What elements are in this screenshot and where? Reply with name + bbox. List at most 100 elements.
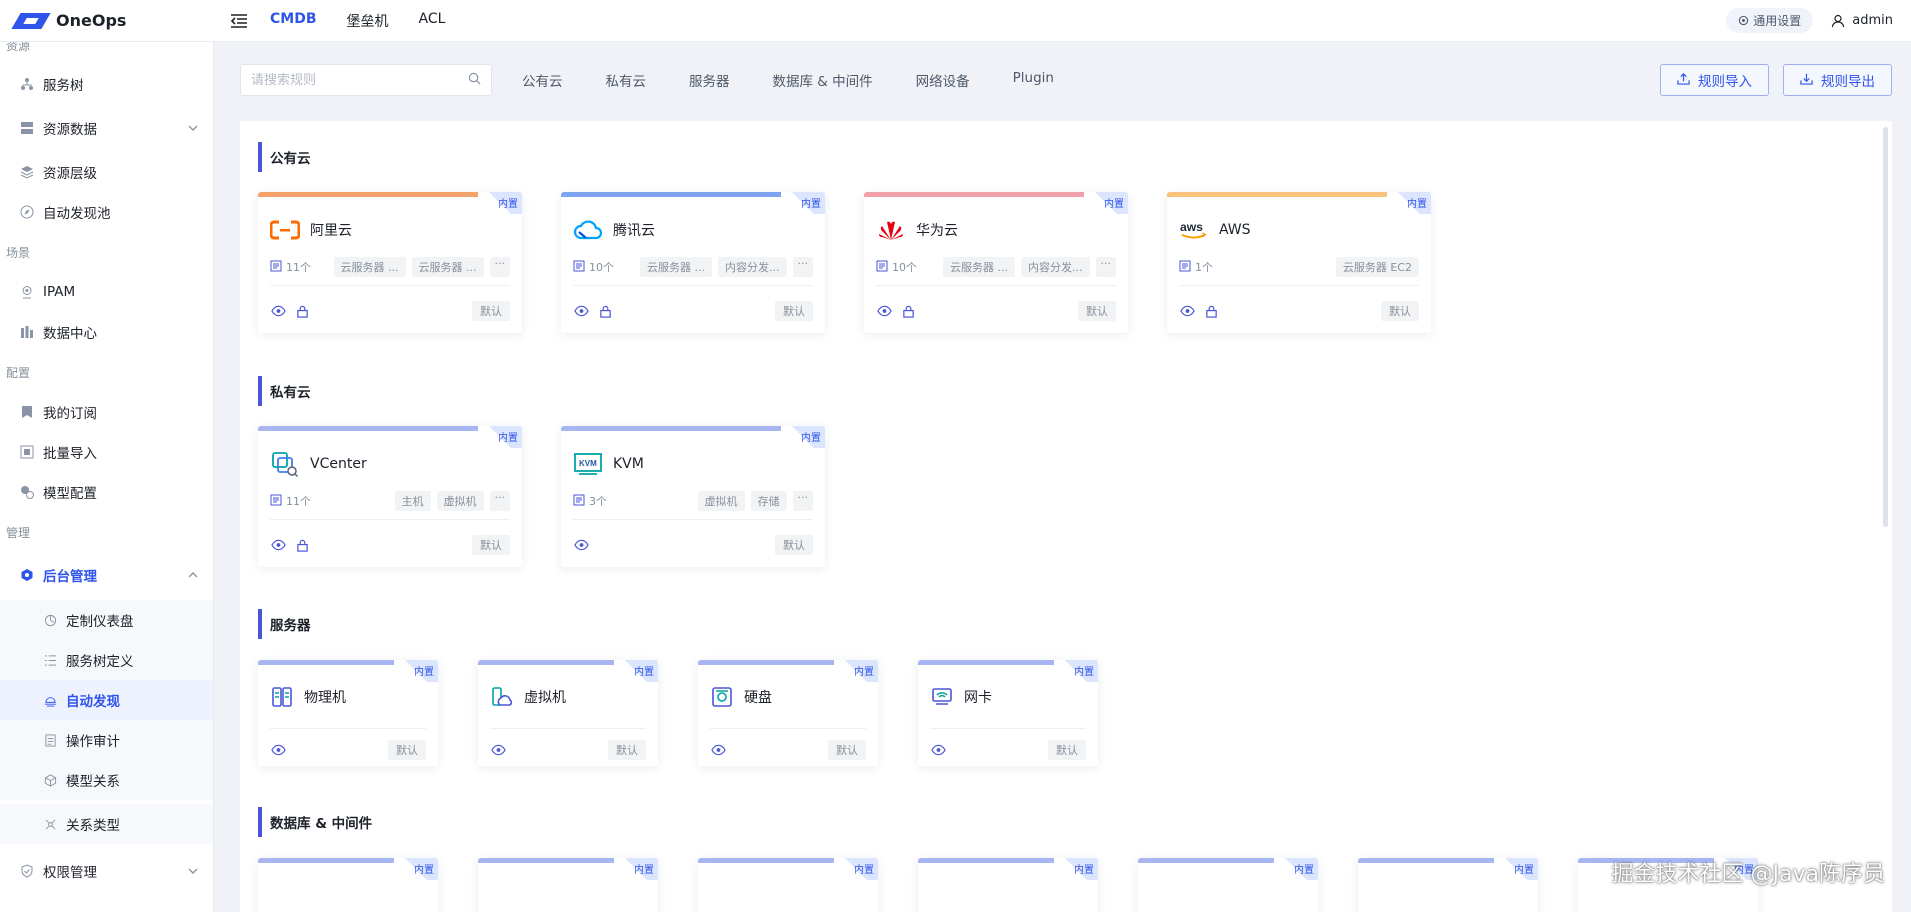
sidebar-item-subscriptions[interactable]: 我的订阅 — [0, 392, 213, 432]
builtin-tag: 内置 — [1054, 858, 1098, 880]
more-icon[interactable]: ··· — [489, 257, 510, 277]
lock-icon[interactable] — [900, 303, 916, 319]
sidebar-item-discovery-pool[interactable]: 自动发现池 — [0, 192, 213, 232]
rule-card-kvm[interactable]: 内置 KVM KVM 3个 虚拟机 存储 ··· 默认 — [561, 426, 825, 567]
more-icon[interactable]: ··· — [1095, 257, 1116, 277]
lock-icon[interactable] — [597, 303, 613, 319]
sidebar-item-resource-data[interactable]: 资源数据 — [0, 108, 213, 148]
sidebar-item-label: 后台管理 — [43, 569, 97, 585]
model-chip: 内容分发... — [1021, 257, 1090, 277]
view-icon[interactable] — [573, 537, 589, 553]
builtin-tag: 内置 — [1054, 660, 1098, 682]
rule-card-vcenter[interactable]: 内置 VCenter 11个 主机 虚拟机 ··· 默认 — [258, 426, 522, 567]
card-accent-bar — [258, 426, 478, 431]
filter-server[interactable]: 服务器 — [689, 70, 730, 90]
card-accent-bar — [258, 192, 478, 197]
rule-card-database[interactable]: 内置 — [698, 858, 878, 912]
lock-icon[interactable] — [294, 537, 310, 553]
view-icon[interactable] — [573, 303, 589, 319]
sidebar-item-batch-import[interactable]: 批量导入 — [0, 432, 213, 472]
sidebar-item-label: 资源数据 — [43, 122, 97, 138]
bookmark-icon — [20, 405, 34, 419]
rule-card-aws[interactable]: 内置 aws AWS 1个 云服务器 EC2 默认 — [1167, 192, 1431, 333]
general-settings-button[interactable]: 通用设置 — [1726, 8, 1814, 33]
content-scrollbar[interactable] — [1883, 127, 1888, 527]
import-rules-button[interactable]: 规则导入 — [1660, 64, 1769, 96]
rule-card-virtual-machine[interactable]: 内置 虚拟机 默认 — [478, 660, 658, 766]
app-logo[interactable]: OneOps — [0, 10, 214, 32]
topnav-acl[interactable]: ACL — [419, 11, 446, 31]
model-chip: 云服务器 EC2 — [1335, 257, 1419, 277]
rule-card-tencent-cloud[interactable]: 内置 腾讯云 10个 云服务器 ... 内容分发... ··· 默认 — [561, 192, 825, 333]
audit-icon — [43, 733, 57, 747]
card-accent-bar — [918, 858, 1054, 863]
filter-private-cloud[interactable]: 私有云 — [606, 70, 647, 90]
lock-icon[interactable] — [294, 303, 310, 319]
shield-icon — [20, 864, 34, 878]
card-accent-bar — [1358, 858, 1494, 863]
rule-card-network-card[interactable]: 内置 网卡 默认 — [918, 660, 1098, 766]
rule-card-physical-machine[interactable]: 内置 物理机 默认 — [258, 660, 438, 766]
view-icon[interactable] — [930, 742, 946, 758]
view-icon[interactable] — [270, 303, 286, 319]
builtin-tag: 内置 — [1494, 858, 1538, 880]
more-icon[interactable]: ··· — [489, 491, 510, 511]
lock-icon[interactable] — [1203, 303, 1219, 319]
rule-card-disk[interactable]: 内置 硬盘 默认 — [698, 660, 878, 766]
sidebar-subitem-model-relations[interactable]: 模型关系 — [0, 760, 213, 800]
topnav-cmdb[interactable]: CMDB — [270, 11, 317, 31]
dashboard-icon — [43, 613, 57, 627]
collapse-sidebar-icon[interactable] — [226, 8, 252, 34]
topnav-bastion[interactable]: 堡垒机 — [347, 11, 389, 31]
sidebar-item-service-tree[interactable]: 服务树 — [0, 64, 213, 104]
view-icon[interactable] — [876, 303, 892, 319]
sidebar-subitem-dashboard[interactable]: 定制仪表盘 — [0, 600, 213, 640]
sidebar-item-label: 服务树 — [43, 78, 84, 94]
section-title-public-cloud: 公有云 — [258, 142, 311, 172]
rule-card-aliyun[interactable]: 内置 阿里云 11个 云服务器 ... 云服务器 ... ··· 默认 — [258, 192, 522, 333]
builtin-tag: 内置 — [1274, 858, 1318, 880]
card-divider — [270, 285, 510, 286]
model-count-icon — [270, 260, 282, 275]
sidebar-subitem-auto-discovery[interactable]: 自动发现 — [0, 680, 213, 720]
sidebar-item-data-center[interactable]: 数据中心 — [0, 312, 213, 352]
sidebar-subitem-relation-types[interactable]: 关系类型 — [0, 804, 213, 844]
more-icon[interactable]: ··· — [792, 257, 813, 277]
filter-database-middleware[interactable]: 数据库 & 中间件 — [773, 70, 873, 90]
card-title: 物理机 — [304, 690, 346, 706]
sidebar-item-ipam[interactable]: IPAM — [0, 272, 213, 312]
model-count: 11个 — [286, 495, 311, 508]
view-icon[interactable] — [270, 742, 286, 758]
search-input[interactable] — [251, 72, 468, 88]
user-menu[interactable]: admin — [1831, 13, 1893, 28]
sidebar-subitem-service-tree-def[interactable]: 服务树定义 — [0, 640, 213, 680]
filter-public-cloud[interactable]: 公有云 — [522, 70, 563, 90]
rule-card-database[interactable]: 内置 — [1138, 858, 1318, 912]
filter-plugin[interactable]: Plugin — [1013, 70, 1054, 90]
search-icon[interactable] — [468, 72, 481, 89]
sidebar-item-backend-admin[interactable]: 后台管理 — [0, 555, 213, 595]
more-icon[interactable]: ··· — [792, 491, 813, 511]
sidebar-item-model-config[interactable]: 模型配置 — [0, 472, 213, 512]
compass-icon — [20, 205, 34, 219]
builtin-tag: 内置 — [781, 426, 825, 448]
export-rules-button[interactable]: 规则导出 — [1783, 64, 1892, 96]
default-badge: 默认 — [472, 301, 510, 321]
sidebar-item-resource-layers[interactable]: 资源层级 — [0, 152, 213, 192]
view-icon[interactable] — [270, 537, 286, 553]
rule-card-huawei-cloud[interactable]: 内置 华为云 10个 云服务器 ... 内容分发... ··· 默认 — [864, 192, 1128, 333]
filter-network-device[interactable]: 网络设备 — [916, 70, 970, 90]
sidebar-item-label: 批量导入 — [43, 446, 97, 462]
card-title: 阿里云 — [310, 223, 352, 239]
rule-card-database[interactable]: 内置 — [1358, 858, 1538, 912]
view-icon[interactable] — [1179, 303, 1195, 319]
view-icon[interactable] — [710, 742, 726, 758]
rule-card-database[interactable]: 内置 — [258, 858, 438, 912]
rule-card-database[interactable]: 内置 — [478, 858, 658, 912]
builtin-tag: 内置 — [614, 660, 658, 682]
sidebar-subitem-audit[interactable]: 操作审计 — [0, 720, 213, 760]
sidebar-item-permissions[interactable]: 权限管理 — [0, 851, 213, 891]
model-count-icon — [1179, 260, 1191, 275]
rule-card-database[interactable]: 内置 — [918, 858, 1098, 912]
view-icon[interactable] — [490, 742, 506, 758]
